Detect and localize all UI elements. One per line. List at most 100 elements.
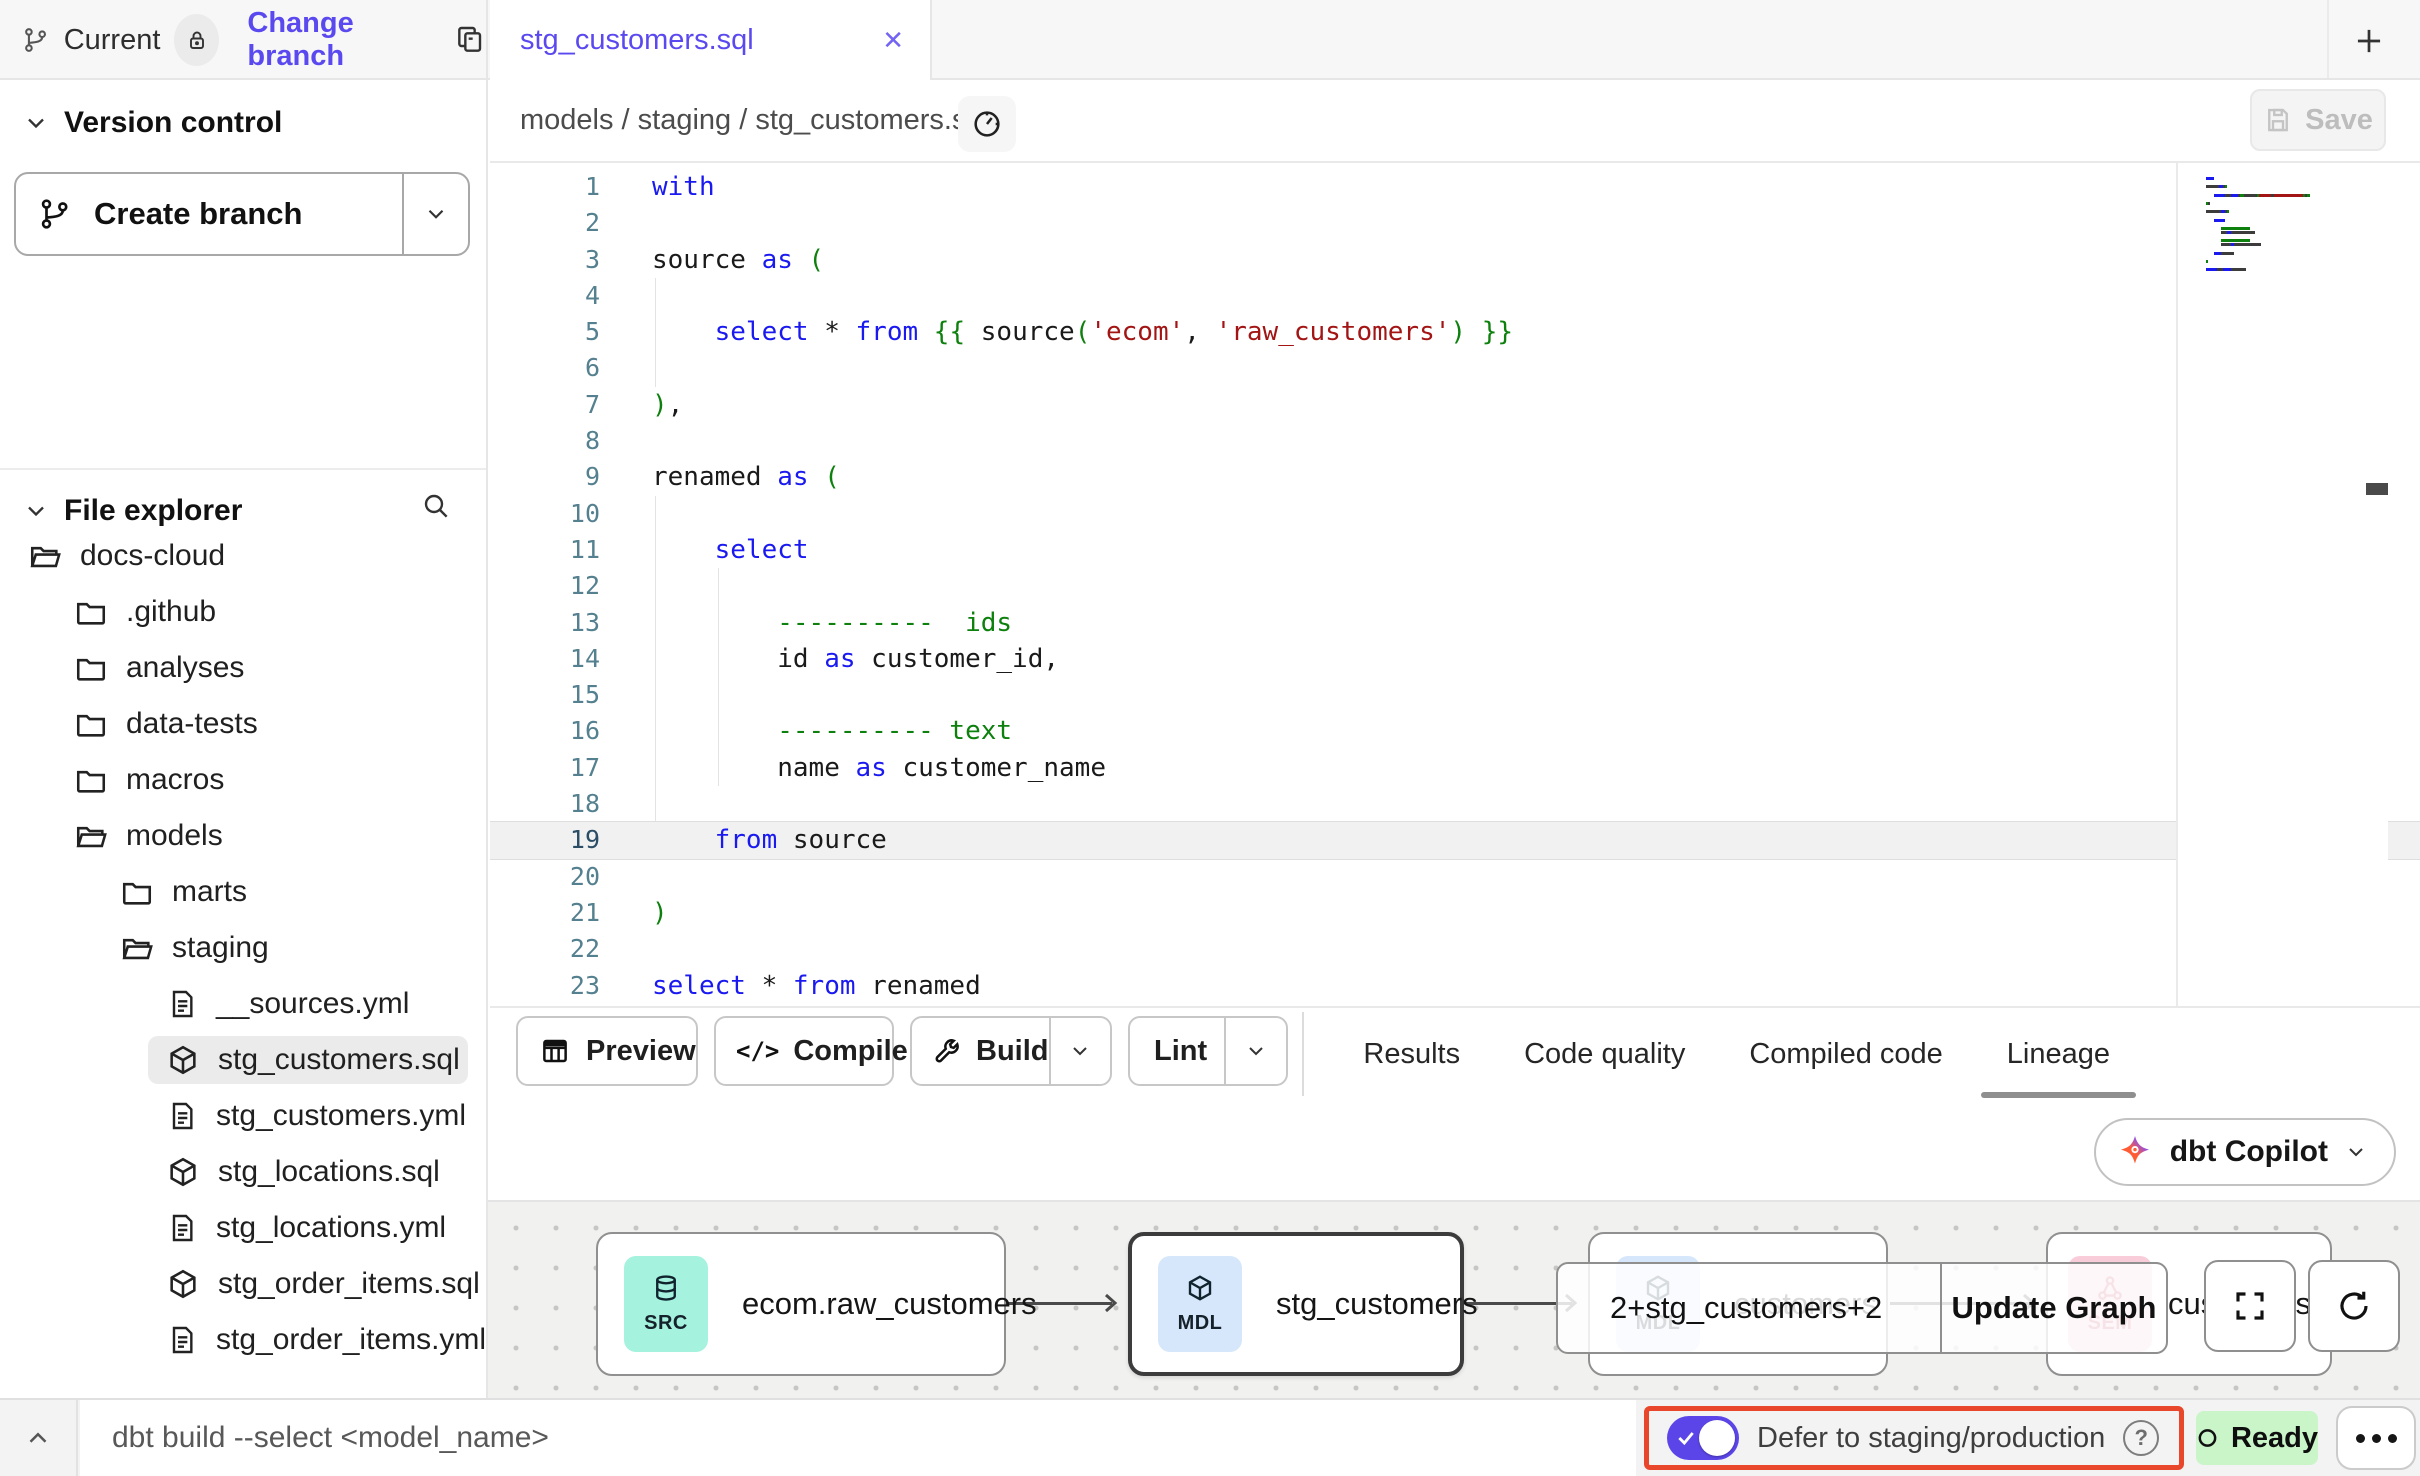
code-line-1[interactable]: 1with bbox=[490, 169, 2420, 205]
help-icon[interactable]: ? bbox=[2123, 1420, 2159, 1456]
save-button[interactable]: Save bbox=[2250, 89, 2386, 151]
preview-label: Preview bbox=[586, 1035, 696, 1068]
dbt-copilot-button[interactable]: dbt Copilot bbox=[2094, 1118, 2396, 1186]
tree-item-stg_order_items.sql[interactable]: stg_order_items.sql bbox=[0, 1256, 486, 1312]
fullscreen-icon bbox=[2232, 1288, 2268, 1324]
code-line-14[interactable]: 14 id as customer_id, bbox=[490, 641, 2420, 677]
code-line-4[interactable]: 4 bbox=[490, 278, 2420, 314]
branch-lock bbox=[174, 14, 219, 66]
tree-item-docs-cloud[interactable]: docs-cloud bbox=[0, 528, 486, 584]
tree-item-marts[interactable]: marts bbox=[0, 864, 486, 920]
build-label: Build bbox=[976, 1035, 1049, 1068]
lint-button[interactable]: Lint bbox=[1128, 1016, 1288, 1086]
code-line-22[interactable]: 22 bbox=[490, 931, 2420, 967]
collapse-panel-button[interactable] bbox=[0, 1400, 78, 1476]
create-branch-label: Create branch bbox=[94, 196, 302, 232]
tree-item-stg_order_items.yml[interactable]: stg_order_items.yml bbox=[0, 1312, 486, 1368]
edge-arrow bbox=[1100, 1292, 1122, 1314]
minimap[interactable] bbox=[2176, 163, 2388, 1008]
tab-stg-customers-sql[interactable]: stg_customers.sql ✕ bbox=[490, 0, 932, 80]
compile-button[interactable]: </> Compile bbox=[714, 1016, 894, 1086]
create-branch-button[interactable]: Create branch bbox=[14, 172, 470, 256]
graph-selector-input[interactable]: 2+stg_customers+2 bbox=[1558, 1264, 1940, 1352]
tab-code-quality[interactable]: Code quality bbox=[1524, 1010, 1685, 1098]
status-bar: dbt build --select <model_name> Defer to… bbox=[0, 1398, 2420, 1476]
dbt-copilot-label: dbt Copilot bbox=[2170, 1135, 2328, 1169]
defer-toggle[interactable] bbox=[1667, 1416, 1739, 1460]
tree-item-stg_customers.sql[interactable]: stg_customers.sql bbox=[0, 1032, 486, 1088]
folder-open-icon bbox=[74, 819, 108, 853]
file-explorer-header[interactable]: File explorer bbox=[0, 478, 486, 528]
breadcrumb-bar: models / staging / stg_customers.sql Sav… bbox=[490, 80, 2420, 163]
preview-button[interactable]: Preview bbox=[516, 1016, 698, 1086]
code-editor[interactable]: 1with23source as (45 select * from {{ so… bbox=[490, 163, 2420, 1008]
tab-results[interactable]: Results bbox=[1363, 1010, 1460, 1098]
defer-annotation-box: Defer to staging/production ? bbox=[1644, 1406, 2184, 1470]
lineage-node-stg_customers[interactable]: MDLstg_customers bbox=[1128, 1232, 1464, 1376]
tree-item-analyses[interactable]: analyses bbox=[0, 640, 486, 696]
breadcrumb: models / staging / stg_customers.sql bbox=[520, 104, 989, 137]
new-tab-button[interactable] bbox=[2342, 14, 2396, 68]
version-control-header[interactable]: Version control bbox=[0, 80, 486, 140]
tree-item-staging[interactable]: staging bbox=[0, 920, 486, 976]
code-line-13[interactable]: 13 ---------- ids bbox=[490, 605, 2420, 641]
tab-lineage[interactable]: Lineage bbox=[2007, 1010, 2110, 1098]
code-icon: </> bbox=[736, 1037, 779, 1065]
lineage-panel[interactable]: SRCecom.raw_customersMDLstg_customersMDL… bbox=[488, 1200, 2420, 1398]
folder-open-icon bbox=[28, 539, 62, 573]
code-line-20[interactable]: 20 bbox=[490, 859, 2420, 895]
code-line-19[interactable]: 19 from source bbox=[490, 822, 2420, 858]
tree-item-.github[interactable]: .github bbox=[0, 584, 486, 640]
update-graph-button[interactable]: Update Graph bbox=[1940, 1264, 2166, 1352]
chevron-up-icon bbox=[23, 1423, 53, 1453]
change-branch-link[interactable]: Change branch bbox=[247, 7, 430, 73]
code-line-23[interactable]: 23select * from renamed bbox=[490, 968, 2420, 1004]
chevron-down-icon bbox=[22, 109, 50, 137]
code-line-15[interactable]: 15 bbox=[490, 677, 2420, 713]
file-search-button[interactable] bbox=[420, 490, 452, 522]
lint-dropdown[interactable] bbox=[1224, 1018, 1286, 1084]
build-button[interactable]: Build bbox=[910, 1016, 1112, 1086]
tree-item-stg_locations.sql[interactable]: stg_locations.sql bbox=[0, 1144, 486, 1200]
code-line-17[interactable]: 17 name as customer_name bbox=[490, 750, 2420, 786]
git-branch-icon bbox=[38, 197, 72, 231]
code-line-2[interactable]: 2 bbox=[490, 205, 2420, 241]
performance-gauge-button[interactable] bbox=[958, 96, 1016, 152]
close-tab-icon[interactable]: ✕ bbox=[882, 25, 904, 56]
tree-item-stg_customers.yml[interactable]: stg_customers.yml bbox=[0, 1088, 486, 1144]
tree-item-__sources.yml[interactable]: __sources.yml bbox=[0, 976, 486, 1032]
code-line-11[interactable]: 11 select bbox=[490, 532, 2420, 568]
create-branch-dropdown[interactable] bbox=[402, 174, 468, 254]
code-line-8[interactable]: 8 bbox=[490, 423, 2420, 459]
tree-item-stg_locations.yml[interactable]: stg_locations.yml bbox=[0, 1200, 486, 1256]
command-input[interactable]: dbt build --select <model_name> bbox=[80, 1400, 1636, 1476]
code-line-7[interactable]: 7), bbox=[490, 387, 2420, 423]
code-line-18[interactable]: 18 bbox=[490, 786, 2420, 822]
code-line-21[interactable]: 21) bbox=[490, 895, 2420, 931]
fullscreen-button[interactable] bbox=[2204, 1260, 2296, 1352]
status-badge[interactable]: Ready bbox=[2196, 1411, 2318, 1465]
code-line-3[interactable]: 3source as ( bbox=[490, 242, 2420, 278]
code-line-16[interactable]: 16 ---------- text bbox=[490, 713, 2420, 749]
tab-compiled-code[interactable]: Compiled code bbox=[1749, 1010, 1942, 1098]
code-line-9[interactable]: 9renamed as ( bbox=[490, 459, 2420, 495]
tree-item-data-tests[interactable]: data-tests bbox=[0, 696, 486, 752]
lineage-node-ecom.raw_customers[interactable]: SRCecom.raw_customers bbox=[596, 1232, 1006, 1376]
file-explorer-title: File explorer bbox=[64, 494, 242, 528]
code-line-6[interactable]: 6 bbox=[490, 350, 2420, 386]
folder-icon bbox=[74, 595, 108, 629]
copy-branch-button[interactable] bbox=[454, 24, 486, 56]
code-line-5[interactable]: 5 select * from {{ source('ecom', 'raw_c… bbox=[490, 314, 2420, 350]
sidebar: Version control Create branch File explo… bbox=[0, 80, 488, 1398]
build-dropdown[interactable] bbox=[1049, 1018, 1111, 1084]
cube-icon bbox=[166, 1267, 200, 1301]
code-line-10[interactable]: 10 bbox=[490, 496, 2420, 532]
tree-item-macros[interactable]: macros bbox=[0, 752, 486, 808]
code-line-12[interactable]: 12 bbox=[490, 568, 2420, 604]
refresh-button[interactable] bbox=[2308, 1260, 2400, 1352]
more-options-button[interactable] bbox=[2336, 1406, 2416, 1470]
chevron-down-icon bbox=[22, 497, 50, 525]
refresh-icon bbox=[2336, 1288, 2372, 1324]
tree-item-models[interactable]: models bbox=[0, 808, 486, 864]
scrollbar-thumb[interactable] bbox=[2366, 483, 2388, 495]
